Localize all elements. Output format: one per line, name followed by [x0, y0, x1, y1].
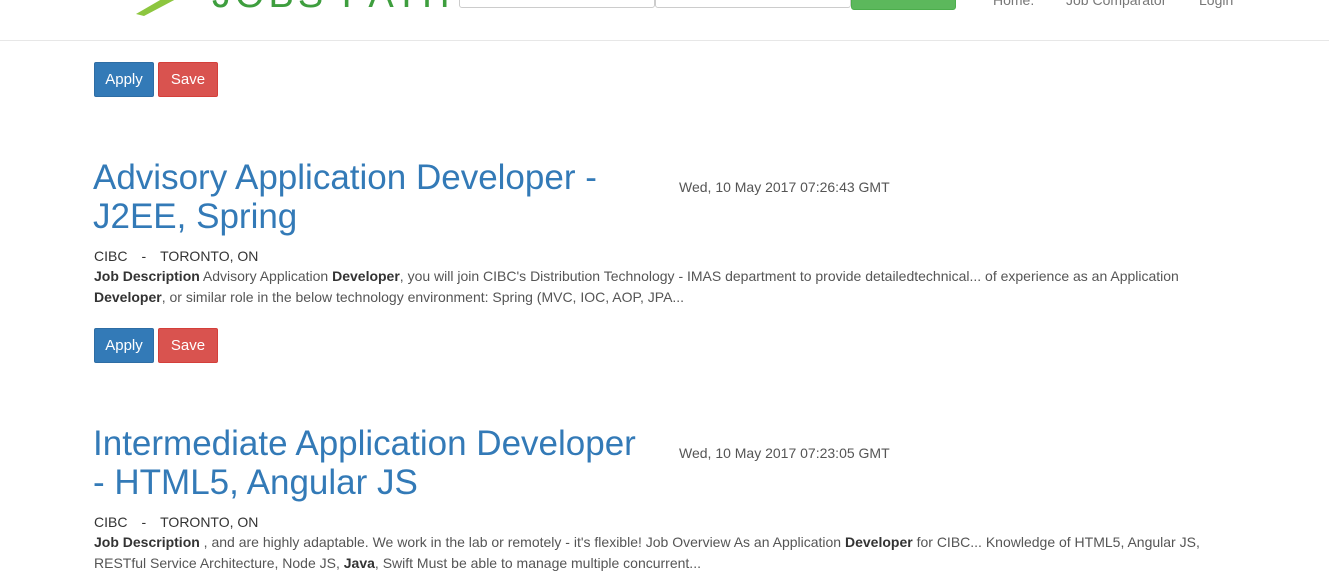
nav-link-home[interactable]: Home.	[993, 0, 1034, 8]
highlighted-keyword: Developer	[94, 289, 162, 305]
apply-button[interactable]: Apply	[94, 328, 154, 363]
description-text: , you will join CIBC's Distribution Tech…	[399, 268, 1179, 284]
highlighted-keyword: Job Description	[94, 534, 200, 550]
job-date: Wed, 10 May 2017 07:26:43 GMT	[679, 179, 890, 195]
job-location-input[interactable]	[655, 0, 851, 8]
top-navbar: JOBS PATH Home. Job Comparator Login	[0, 0, 1329, 41]
description-text: Advisory Application	[199, 268, 333, 284]
highlighted-keyword: Developer	[332, 268, 400, 284]
description-text: , or similar role in the below technolog…	[161, 289, 685, 305]
job-keyword-input[interactable]	[459, 0, 655, 8]
highlighted-keyword: Job Description	[94, 268, 200, 284]
job-description: Job Description Advisory Application Dev…	[94, 266, 1204, 308]
apply-button[interactable]: Apply	[94, 62, 154, 97]
nav-link-job-comparator[interactable]: Job Comparator	[1066, 0, 1166, 8]
meta-separator: -	[141, 248, 147, 264]
nav-link-login[interactable]: Login	[1199, 0, 1233, 8]
job-company: CIBC	[94, 514, 128, 530]
job-company-location: CIBC - TORONTO, ON	[94, 514, 258, 530]
description-text: , and are highly adaptable. We work in t…	[199, 534, 845, 550]
job-location: TORONTO, ON	[160, 514, 259, 530]
save-button[interactable]: Save	[158, 328, 218, 363]
logo-arrow-icon	[136, 0, 175, 16]
job-date: Wed, 10 May 2017 07:23:05 GMT	[679, 445, 890, 461]
search-button[interactable]	[851, 0, 956, 10]
job-description: Job Description , and are highly adaptab…	[94, 532, 1204, 574]
description-text: , Swift Must be able to manage multiple …	[374, 555, 701, 571]
meta-separator: -	[141, 514, 147, 530]
job-company: CIBC	[94, 248, 128, 264]
job-company-location: CIBC - TORONTO, ON	[94, 248, 258, 264]
job-location: TORONTO, ON	[160, 248, 259, 264]
job-title-link[interactable]: Intermediate Application Developer - HTM…	[93, 424, 653, 502]
job-title-link[interactable]: Advisory Application Developer - J2EE, S…	[93, 158, 653, 236]
highlighted-keyword: Developer	[845, 534, 913, 550]
logo-text[interactable]: JOBS PATH	[212, 0, 454, 17]
highlighted-keyword: Java	[343, 555, 375, 571]
save-button[interactable]: Save	[158, 62, 218, 97]
